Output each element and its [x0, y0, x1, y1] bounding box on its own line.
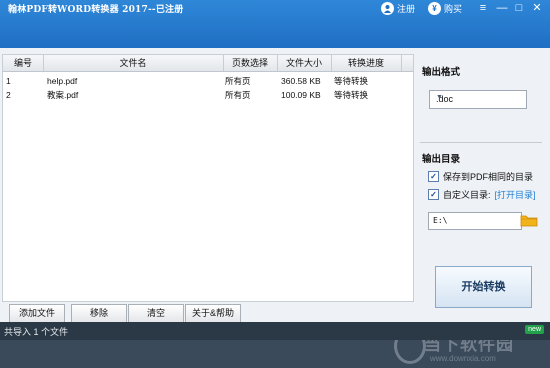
row-progress: 等待转换 [334, 76, 369, 86]
yen-icon: ¥ [428, 2, 441, 15]
output-path-field[interactable]: E:\ [428, 212, 522, 230]
user-icon [381, 2, 394, 15]
about-help-button[interactable]: 关于&帮助 [185, 304, 241, 323]
status-text: 共导入 1 个文件 [4, 327, 69, 337]
title-bar: 翰林PDF转WORD转换器 2017--已注册 注册 ¥ 购买 ≡ — □ ✕ [0, 0, 550, 48]
divider [420, 142, 542, 143]
folder-icon[interactable] [520, 212, 538, 228]
app-window: 翰林PDF转WORD转换器 2017--已注册 注册 ¥ 购买 ≡ — □ ✕ … [0, 0, 550, 364]
custom-dir-label: 自定义目录: [443, 190, 491, 200]
row-number: 1 [6, 76, 11, 86]
clear-button[interactable]: 清空 [128, 304, 184, 323]
watermark-url: www.downxia.com [430, 354, 496, 363]
file-table[interactable]: 编号 文件名 页数选择 文件大小 转换进度 1 help.pdf 所有页 360… [2, 54, 414, 302]
row-number: 2 [6, 90, 11, 100]
row-progress: 等待转换 [334, 90, 369, 100]
register-button[interactable]: 注册 [381, 2, 415, 15]
table-row[interactable]: 2 教案.pdf 所有页 100.09 KB 等待转换 [3, 88, 413, 102]
output-path-value: E:\ [433, 216, 448, 225]
start-convert-button[interactable]: 开始转换 [435, 266, 532, 308]
window-title: 翰林PDF转WORD转换器 2017--已注册 [8, 5, 184, 15]
output-dir-title: 输出目录 [422, 154, 461, 165]
row-pages[interactable]: 所有页 [225, 88, 251, 102]
same-dir-label: 保存到PDF相同的目录 [443, 172, 534, 182]
maximize-icon[interactable]: □ [513, 2, 525, 14]
row-size: 360.58 KB [281, 76, 321, 86]
row-pages[interactable]: 所有页 [225, 74, 251, 88]
col-number[interactable]: 编号 [3, 55, 44, 71]
buy-label: 购买 [444, 4, 463, 14]
output-format-title: 输出格式 [422, 67, 461, 78]
settings-panel: 输出格式 .doc ▼ 输出目录 ✓ 保存到PDF相同的目录 ✓ 自定义目录: … [416, 54, 546, 322]
col-filename[interactable]: 文件名 [43, 55, 224, 71]
table-row[interactable]: 1 help.pdf 所有页 360.58 KB 等待转换 [3, 74, 413, 88]
register-label: 注册 [397, 4, 416, 14]
menu-icon[interactable]: ≡ [477, 2, 489, 14]
remove-button[interactable]: 移除 [71, 304, 127, 323]
col-size[interactable]: 文件大小 [277, 55, 332, 71]
col-pages[interactable]: 页数选择 [223, 55, 278, 71]
add-file-button[interactable]: 添加文件 [9, 304, 65, 323]
format-select[interactable]: .doc ▼ [429, 90, 527, 109]
chevron-down-icon: ▼ [436, 94, 443, 101]
col-progress[interactable]: 转换进度 [331, 55, 402, 71]
custom-dir-checkbox[interactable]: ✓ 自定义目录: [打开目录] [428, 188, 536, 201]
close-icon[interactable]: ✕ [531, 2, 543, 14]
same-dir-checkbox[interactable]: ✓ 保存到PDF相同的目录 [428, 170, 533, 183]
row-size: 100.09 KB [281, 90, 321, 100]
table-header: 编号 文件名 页数选择 文件大小 转换进度 [3, 55, 413, 72]
main-area: 编号 文件名 页数选择 文件大小 转换进度 1 help.pdf 所有页 360… [0, 48, 550, 364]
row-filename: help.pdf [47, 76, 78, 86]
checkmark-icon: ✓ [428, 171, 439, 182]
row-filename: 教案.pdf [47, 90, 79, 100]
buy-button[interactable]: ¥ 购买 [428, 2, 462, 15]
open-dir-link[interactable]: [打开目录] [495, 188, 536, 201]
checkmark-icon: ✓ [428, 189, 439, 200]
new-badge: new [525, 325, 544, 334]
minimize-icon[interactable]: — [496, 2, 508, 14]
status-bar: 共导入 1 个文件 new [0, 322, 550, 340]
action-bar: 添加文件 移除 清空 关于&帮助 [2, 302, 412, 324]
